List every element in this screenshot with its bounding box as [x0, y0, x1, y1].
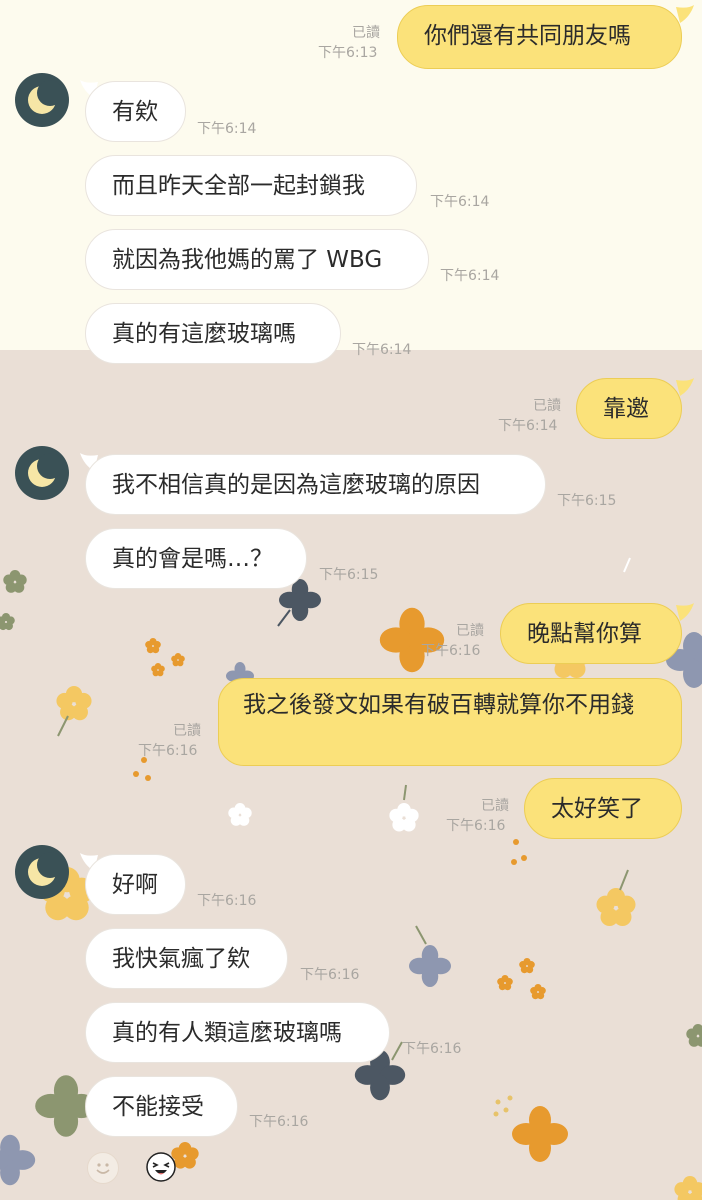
message-bubble-sent[interactable]: 太好笑了: [524, 778, 682, 839]
message-bubble-received[interactable]: 好啊: [85, 854, 186, 915]
read-receipt: 已讀: [456, 623, 484, 639]
message-text: 而且昨天全部一起封鎖我: [112, 173, 365, 199]
message-time: 下午6:16: [249, 1114, 309, 1130]
message-time: 下午6:16: [446, 818, 506, 834]
message-time: 下午6:14: [197, 121, 257, 137]
message-time: 下午6:16: [421, 643, 481, 659]
message-time: 下午6:15: [319, 567, 379, 583]
message-text: 我之後發文如果有破百轉就算你不用錢: [243, 692, 634, 718]
crescent-moon-icon: [28, 453, 63, 487]
chat-screen: 你們還有共同朋友嗎 已讀 下午6:13 有欸 下午6:14 而且昨天全部一起封鎖…: [0, 0, 702, 1200]
crescent-moon-icon: [28, 852, 63, 886]
message-bubble-received[interactable]: 而且昨天全部一起封鎖我: [85, 155, 417, 216]
contact-avatar[interactable]: [15, 73, 69, 127]
message-time: 下午6:15: [557, 493, 617, 509]
read-receipt: 已讀: [481, 798, 509, 814]
read-receipt: 已讀: [352, 25, 380, 41]
message-time: 下午6:16: [402, 1041, 462, 1057]
read-receipt: 已讀: [173, 723, 201, 739]
message-text: 有欸: [112, 99, 158, 125]
message-bubble-sent[interactable]: 靠邀: [576, 378, 682, 439]
message-text: 好啊: [112, 872, 158, 898]
bubble-tail: [676, 603, 694, 621]
message-text: 我不相信真的是因為這麼玻璃的原因: [112, 472, 480, 498]
message-text: 我快氣瘋了欸: [112, 946, 250, 972]
message-bubble-received[interactable]: 不能接受: [85, 1076, 238, 1137]
message-bubble-received[interactable]: 就因為我他媽的罵了 WBG: [85, 229, 429, 290]
message-time: 下午6:14: [498, 418, 558, 434]
message-bubble-sent[interactable]: 你們還有共同朋友嗎: [397, 5, 682, 69]
message-text: 真的有人類這麼玻璃嗎: [112, 1020, 342, 1046]
message-bubble-received[interactable]: 我快氣瘋了欸: [85, 928, 288, 989]
contact-avatar[interactable]: [15, 446, 69, 500]
read-receipt: 已讀: [533, 398, 561, 414]
message-time: 下午6:16: [197, 893, 257, 909]
message-text: 你們還有共同朋友嗎: [424, 23, 631, 49]
message-bubble-received[interactable]: 我不相信真的是因為這麼玻璃的原因: [85, 454, 546, 515]
message-time: 下午6:16: [138, 743, 198, 759]
message-bubble-received[interactable]: 有欸: [85, 81, 186, 142]
message-time: 下午6:14: [440, 268, 500, 284]
message-time: 下午6:14: [352, 342, 412, 358]
bubble-tail: [676, 378, 694, 396]
message-text: 靠邀: [603, 396, 649, 422]
message-bubble-sent[interactable]: 晚點幫你算: [500, 603, 682, 664]
message-text: 不能接受: [112, 1094, 204, 1120]
message-bubble-received[interactable]: 真的有這麼玻璃嗎: [85, 303, 341, 364]
message-bubble-received[interactable]: 真的會是嗎…？: [85, 528, 307, 589]
smiley-icon[interactable]: [87, 1152, 119, 1184]
message-text: 真的會是嗎…？: [112, 546, 273, 572]
message-text: 真的有這麼玻璃嗎: [112, 321, 296, 347]
message-text: 晚點幫你算: [527, 621, 642, 647]
crescent-moon-icon: [28, 80, 63, 114]
message-bubble-sent[interactable]: 我之後發文如果有破百轉就算你不用錢: [218, 678, 682, 766]
message-bubble-received[interactable]: 真的有人類這麼玻璃嗎: [85, 1002, 390, 1063]
laughing-face-sticker-icon[interactable]: [146, 1152, 176, 1182]
message-text: 就因為我他媽的罵了 WBG: [112, 247, 383, 273]
bubble-tail: [676, 5, 694, 23]
message-text: 太好笑了: [551, 796, 643, 822]
message-time: 下午6:16: [300, 967, 360, 983]
contact-avatar[interactable]: [15, 845, 69, 899]
message-time: 下午6:14: [430, 194, 490, 210]
message-time: 下午6:13: [318, 45, 378, 61]
